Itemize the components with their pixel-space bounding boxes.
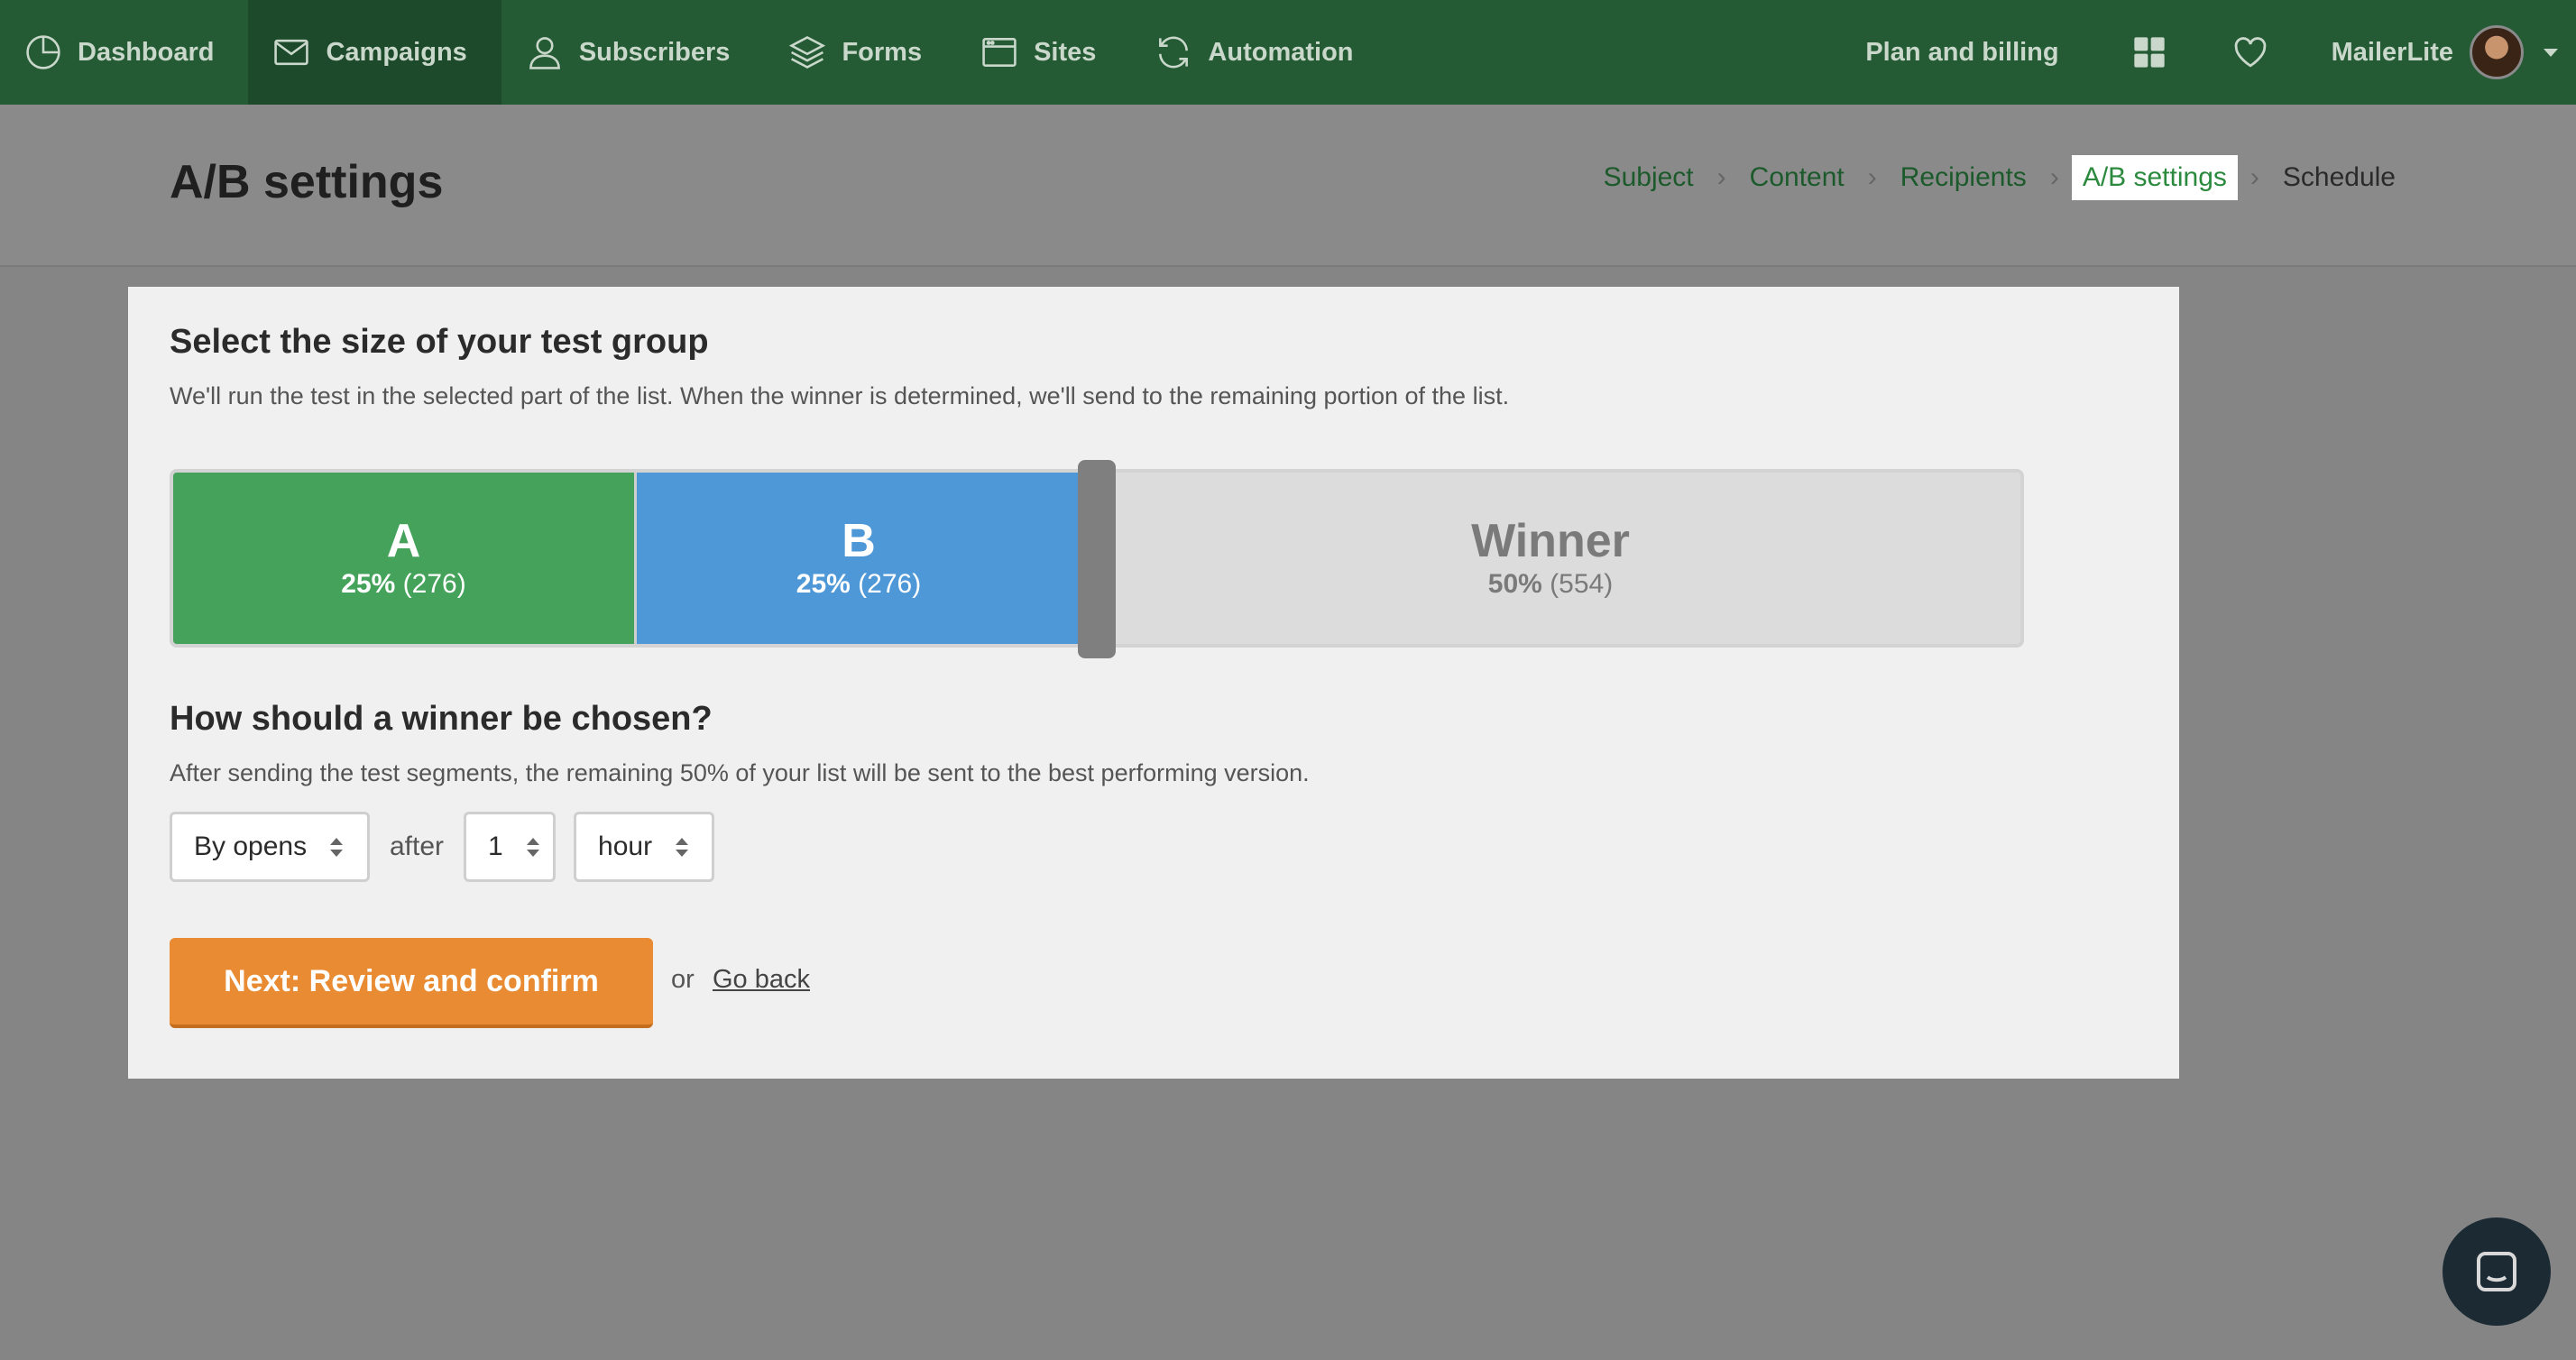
nav-item-subscribers[interactable]: Subscribers xyxy=(501,0,765,105)
step-content[interactable]: Content xyxy=(1739,155,1855,200)
chevron-right-icon: › xyxy=(1716,162,1726,192)
layers-icon xyxy=(789,36,826,69)
segment-winner-label: Winner xyxy=(1471,514,1630,567)
chevron-down-icon xyxy=(2544,48,2558,57)
plan-billing-link[interactable]: Plan and billing xyxy=(1865,38,2058,68)
winner-amount-value: 1 xyxy=(488,832,503,861)
winner-description: After sending the test segments, the rem… xyxy=(170,759,1310,786)
segment-a-size: 25% (276) xyxy=(341,569,466,600)
nav-item-forms[interactable]: Forms xyxy=(764,0,956,105)
nav-label-sites: Sites xyxy=(1034,37,1097,67)
segment-winner-size: 50% (554) xyxy=(1487,569,1614,600)
breadcrumb: Subject › Content › Recipients › A/B set… xyxy=(1593,155,2406,200)
browser-window-icon xyxy=(982,38,1017,67)
winner-unit-select[interactable]: hour xyxy=(574,812,715,882)
nav-label-dashboard: Dashboard xyxy=(78,37,215,67)
envelope-icon xyxy=(274,39,309,66)
segment-b-letter: B xyxy=(842,514,876,567)
page-header: A/B settings Subject › Content › Recipie… xyxy=(0,105,2576,267)
winner-amount-select[interactable]: 1 xyxy=(464,812,557,882)
nav-item-automation[interactable]: Automation xyxy=(1130,0,1387,105)
next-review-button[interactable]: Next: Review and confirm xyxy=(170,938,653,1028)
dashboard-icon xyxy=(26,35,60,69)
nav-item-campaigns[interactable]: Campaigns xyxy=(248,0,501,105)
page-title: A/B settings xyxy=(170,156,444,208)
test-group-heading: Select the size of your test group xyxy=(170,323,709,361)
ab-settings-card: Select the size of your test group We'll… xyxy=(128,287,2179,1079)
winner-heading: How should a winner be chosen? xyxy=(170,700,713,738)
segment-winner: Winner 50% (554) xyxy=(1081,473,2020,644)
or-label: or xyxy=(671,965,695,994)
nav-label-campaigns: Campaigns xyxy=(326,37,467,67)
chat-launcher-button[interactable] xyxy=(2443,1218,2551,1326)
step-subject[interactable]: Subject xyxy=(1593,155,1705,200)
segment-a: A 25% (276) xyxy=(173,473,637,644)
winner-unit-value: hour xyxy=(598,832,653,861)
nav-item-sites[interactable]: Sites xyxy=(956,0,1130,105)
select-arrows-icon xyxy=(330,837,344,857)
step-ab-settings[interactable]: A/B settings xyxy=(2071,155,2238,200)
select-arrows-icon xyxy=(526,837,539,857)
heart-icon xyxy=(2234,37,2266,68)
segment-b: B 25% (276) xyxy=(637,473,1081,644)
winner-method-select[interactable]: By opens xyxy=(170,812,370,882)
avatar xyxy=(2470,25,2524,79)
nav-right: Plan and billing MailerLite xyxy=(1865,0,2576,105)
chevron-right-icon: › xyxy=(2049,162,2059,192)
winner-controls: By opens after 1 hour xyxy=(170,812,715,882)
refresh-icon xyxy=(1159,36,1189,69)
go-back-link[interactable]: Go back xyxy=(713,965,810,995)
step-schedule: Schedule xyxy=(2282,162,2396,192)
nav-item-dashboard[interactable]: Dashboard xyxy=(0,0,248,105)
after-label: after xyxy=(390,832,445,861)
account-menu[interactable]: MailerLite xyxy=(2332,25,2558,79)
top-navigation: Dashboard Campaigns Subscribers Forms Si… xyxy=(0,0,2576,105)
step-recipients[interactable]: Recipients xyxy=(1890,155,2038,200)
chat-icon xyxy=(2477,1252,2516,1291)
chevron-right-icon: › xyxy=(2249,162,2259,192)
user-icon xyxy=(529,37,560,69)
grid-icon xyxy=(2133,37,2165,68)
segment-b-size: 25% (276) xyxy=(796,569,922,600)
split-drag-handle[interactable] xyxy=(1078,460,1116,658)
favorites-button[interactable] xyxy=(2231,32,2270,72)
nav-label-subscribers: Subscribers xyxy=(578,37,731,67)
account-name: MailerLite xyxy=(2331,37,2453,67)
chevron-right-icon: › xyxy=(1867,162,1877,192)
winner-method-value: By opens xyxy=(194,832,308,861)
nav-label-forms: Forms xyxy=(842,37,923,67)
test-group-description: We'll run the test in the selected part … xyxy=(170,382,1510,409)
select-arrows-icon xyxy=(676,837,689,857)
nav-label-automation: Automation xyxy=(1208,37,1354,67)
apps-grid-button[interactable] xyxy=(2130,32,2169,72)
segment-a-letter: A xyxy=(386,514,421,567)
